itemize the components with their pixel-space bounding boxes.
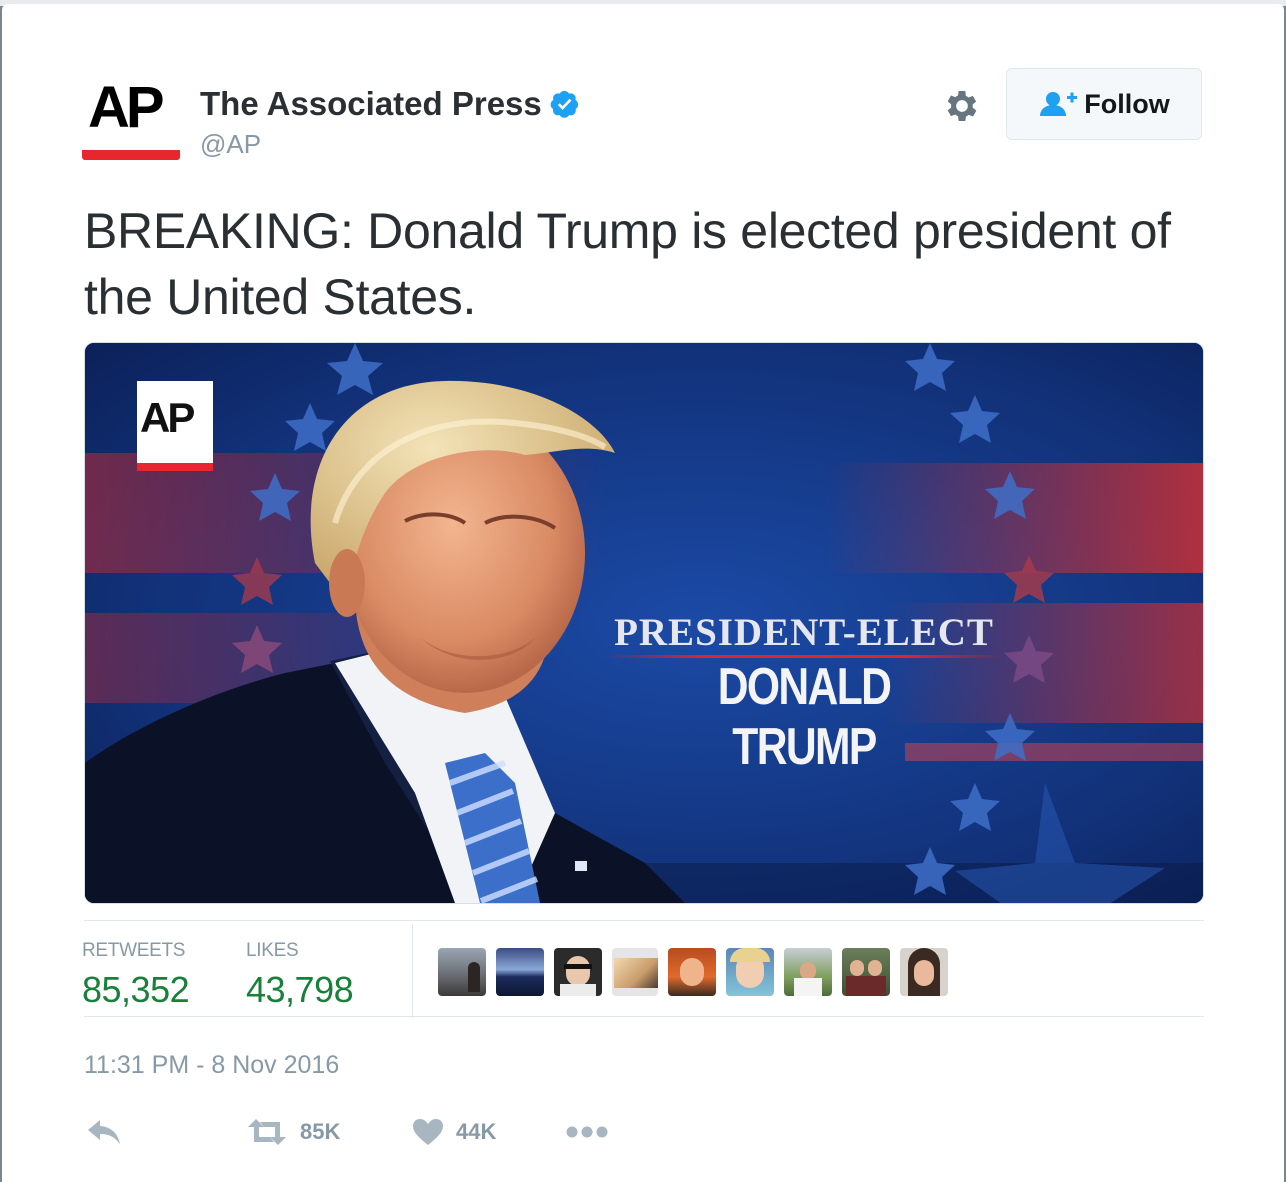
likes-label: LIKES [246, 940, 299, 961]
likes-value: 43,798 [246, 969, 354, 1010]
tweet-text: BREAKING: Donald Trump is elected presid… [84, 203, 1171, 325]
stats-bottom-divider [84, 1016, 1204, 1017]
retweet-count: 85K [300, 1119, 341, 1144]
ap-logo: AP [88, 75, 165, 140]
more-icon [566, 1126, 608, 1138]
more-button[interactable] [566, 1112, 608, 1152]
account-avatar[interactable]: AP [82, 72, 182, 164]
retweet-button[interactable]: 85K [246, 1112, 340, 1152]
like-count: 44K [456, 1119, 497, 1144]
liker-avatar[interactable] [842, 948, 890, 996]
retweets-value: 85,352 [82, 969, 190, 1010]
retweet-icon [248, 1119, 286, 1145]
follow-label: Follow [1084, 88, 1170, 119]
stats-vertical-divider [412, 924, 413, 1018]
tweet-timestamp[interactable]: 11:31 PM - 8 Nov 2016 [84, 1050, 339, 1080]
verified-badge-icon [550, 90, 578, 118]
liker-avatar[interactable] [438, 948, 486, 996]
follow-button[interactable]: Follow [1006, 68, 1202, 140]
media-headline-line1: PRESIDENT-ELECT [614, 611, 994, 654]
liker-avatar[interactable] [900, 948, 948, 996]
liker-avatar[interactable] [668, 948, 716, 996]
reply-button[interactable] [86, 1112, 122, 1152]
follow-person-icon [1040, 92, 1078, 116]
heart-icon [413, 1119, 443, 1145]
tweet-card: AP The Associated Press @AP Follow BREAK… [2, 4, 1284, 1182]
reply-icon [88, 1120, 120, 1144]
liker-avatar[interactable] [726, 948, 774, 996]
gear-icon[interactable] [942, 86, 982, 126]
liker-avatars [438, 948, 958, 996]
account-name[interactable]: The Associated Press [200, 84, 542, 124]
media-ap-logo: AP [137, 381, 213, 471]
liker-avatar[interactable] [784, 948, 832, 996]
liker-avatar[interactable] [496, 948, 544, 996]
retweets-label: RETWEETS [82, 940, 186, 961]
tweet-media-image[interactable]: AP PRESIDENT-ELECT DONALD TRUMP [84, 342, 1204, 904]
account-name-row[interactable]: The Associated Press [200, 82, 580, 126]
liker-avatar[interactable] [612, 948, 658, 996]
like-button[interactable]: 44K [412, 1112, 496, 1152]
stats-top-divider [84, 920, 1204, 921]
liker-avatar[interactable] [554, 948, 602, 996]
media-ap-logo-text: AP [140, 394, 195, 441]
media-headline-line2: DONALD TRUMP [717, 658, 892, 776]
account-handle[interactable]: @AP [200, 128, 261, 160]
media-ap-logo-bar [137, 463, 213, 471]
retweets-stat[interactable]: RETWEETS 85,352 [82, 940, 190, 1014]
ap-logo-bar [82, 150, 180, 160]
likes-stat[interactable]: LIKES 43,798 [246, 940, 354, 1014]
